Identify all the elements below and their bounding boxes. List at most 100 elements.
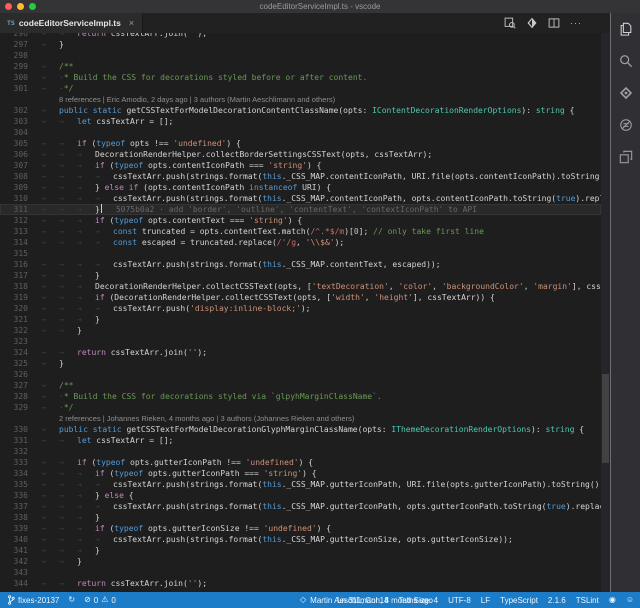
tab-close-icon[interactable]: ×: [129, 18, 134, 28]
codelens-references[interactable]: 2 references | Johannes Rieken, 4 months…: [59, 414, 354, 423]
tab-size[interactable]: Tab Size: 4: [399, 596, 439, 605]
explorer-icon[interactable]: [617, 20, 635, 38]
line-number[interactable]: 340: [0, 534, 41, 545]
code-row[interactable]: 310→→→→cssTextArr.push(strings.format(th…: [0, 193, 601, 204]
code-editor[interactable]: 296→→return cssTextArr.join('');297→}298…: [0, 33, 610, 592]
line-number[interactable]: 304: [0, 127, 41, 138]
code-row[interactable]: 314→→→→const escaped = truncated.replace…: [0, 237, 601, 248]
search-icon[interactable]: [617, 52, 635, 70]
line-number[interactable]: 336: [0, 490, 41, 501]
code-row[interactable]: 302→public static getCSSTextForModelDeco…: [0, 105, 601, 116]
line-number[interactable]: 332: [0, 446, 41, 457]
code-row[interactable]: 309→→→} else if (opts.contentIconPath in…: [0, 182, 601, 193]
code-row[interactable]: 338→→→}: [0, 512, 601, 523]
line-number[interactable]: 331: [0, 435, 41, 446]
code-row[interactable]: 329→·*/: [0, 402, 601, 413]
line-number[interactable]: 301: [0, 83, 41, 94]
code-row[interactable]: 325→}: [0, 358, 601, 369]
source-control-icon[interactable]: [617, 84, 635, 102]
tab-codeEditorServiceImpl[interactable]: TS codeEditorServiceImpl.ts ×: [0, 13, 143, 33]
code-row[interactable]: 315: [0, 248, 601, 259]
codelens-row[interactable]: →8 references | Eric Amodio, 2 days ago …: [0, 94, 601, 105]
line-number[interactable]: 302: [0, 105, 41, 116]
code-row[interactable]: 318→→→DecorationRenderHelper.collectCSST…: [0, 281, 601, 292]
line-number[interactable]: 300: [0, 72, 41, 83]
line-number[interactable]: 333: [0, 457, 41, 468]
code-row[interactable]: 317→→→}: [0, 270, 601, 281]
line-number[interactable]: 337: [0, 501, 41, 512]
line-number[interactable]: 328: [0, 391, 41, 402]
code-row[interactable]: 344→→return cssTextArr.join('');: [0, 578, 601, 589]
code-row[interactable]: 307→→→if (typeof opts.contentIconPath ==…: [0, 160, 601, 171]
git-branch-item[interactable]: fixes-20137: [7, 595, 59, 605]
code-row[interactable]: 313→→→→const truncated = opts.contentTex…: [0, 226, 601, 237]
line-number[interactable]: 315: [0, 248, 41, 259]
more-actions-icon[interactable]: ···: [570, 13, 582, 33]
line-number[interactable]: 320: [0, 303, 41, 314]
line-number[interactable]: 308: [0, 171, 41, 182]
code-row[interactable]: 297→}: [0, 39, 601, 50]
code-row[interactable]: 312→→→if (typeof opts.contentText === 's…: [0, 215, 601, 226]
code-row[interactable]: 332: [0, 446, 601, 457]
editor-scrollbar[interactable]: [601, 33, 610, 592]
code-row[interactable]: 335→→→→cssTextArr.push(strings.format(th…: [0, 479, 601, 490]
code-row[interactable]: 322→→}: [0, 325, 601, 336]
code-row[interactable]: 328→·* Build the CSS for decorations sty…: [0, 391, 601, 402]
line-number[interactable]: 310: [0, 193, 41, 204]
line-number[interactable]: 325: [0, 358, 41, 369]
line-number[interactable]: 298: [0, 50, 41, 61]
line-number[interactable]: 316: [0, 259, 41, 270]
code-row[interactable]: 303→→let cssTextArr = [];: [0, 116, 601, 127]
code-row[interactable]: 343: [0, 567, 601, 578]
line-number[interactable]: 306: [0, 149, 41, 160]
line-number[interactable]: 313: [0, 226, 41, 237]
code-row[interactable]: 323: [0, 336, 601, 347]
code-row[interactable]: 327→/**: [0, 380, 601, 391]
code-row[interactable]: 342→→}: [0, 556, 601, 567]
code-row[interactable]: 321→→→}: [0, 314, 601, 325]
extensions-icon[interactable]: [617, 148, 635, 166]
open-preview-icon[interactable]: [504, 17, 516, 29]
line-number[interactable]: 314: [0, 237, 41, 248]
code-row[interactable]: 304: [0, 127, 601, 138]
code-row[interactable]: 341→→→}: [0, 545, 601, 556]
code-row[interactable]: 298: [0, 50, 601, 61]
code-row[interactable]: 340→→→→cssTextArr.push(strings.format(th…: [0, 534, 601, 545]
line-number[interactable]: 312: [0, 215, 41, 226]
eye-icon[interactable]: ◉: [609, 596, 616, 604]
line-number[interactable]: 305: [0, 138, 41, 149]
code-row[interactable]: 311→→→}5075b0a2 · add 'border', 'outline…: [0, 204, 601, 215]
line-number[interactable]: 339: [0, 523, 41, 534]
line-number[interactable]: 330: [0, 424, 41, 435]
code-row[interactable]: 308→→→→cssTextArr.push(strings.format(th…: [0, 171, 601, 182]
line-number[interactable]: 338: [0, 512, 41, 523]
line-number[interactable]: 319: [0, 292, 41, 303]
line-number[interactable]: 307: [0, 160, 41, 171]
line-number[interactable]: 343: [0, 567, 41, 578]
eol-indicator[interactable]: LF: [481, 596, 490, 605]
code-row[interactable]: 320→→→→cssTextArr.push('display:inline-b…: [0, 303, 601, 314]
code-row[interactable]: 331→→let cssTextArr = [];: [0, 435, 601, 446]
codelens-row[interactable]: →2 references | Johannes Rieken, 4 month…: [0, 413, 601, 424]
typescript-version[interactable]: 2.1.6: [548, 596, 566, 605]
line-number[interactable]: 344: [0, 578, 41, 589]
code-row[interactable]: 339→→→if (typeof opts.gutterIconSize !==…: [0, 523, 601, 534]
codelens-references[interactable]: 8 references | Eric Amodio, 2 days ago |…: [59, 95, 335, 104]
compare-changes-icon[interactable]: [526, 17, 538, 29]
code-row[interactable]: 337→→→→cssTextArr.push(strings.format(th…: [0, 501, 601, 512]
split-editor-icon[interactable]: [548, 17, 560, 29]
line-number[interactable]: 342: [0, 556, 41, 567]
language-mode[interactable]: TypeScript: [500, 596, 538, 605]
code-row[interactable]: 316→→→→cssTextArr.push(strings.format(th…: [0, 259, 601, 270]
line-number[interactable]: 321: [0, 314, 41, 325]
line-number[interactable]: 324: [0, 347, 41, 358]
tslint-status[interactable]: TSLint: [576, 596, 599, 605]
line-number[interactable]: 317: [0, 270, 41, 281]
code-row[interactable]: 299→/**: [0, 61, 601, 72]
code-row[interactable]: 305→→if (typeof opts !== 'undefined') {: [0, 138, 601, 149]
code-row[interactable]: 306→→→DecorationRenderHelper.collectBord…: [0, 149, 601, 160]
line-number[interactable]: 341: [0, 545, 41, 556]
line-number[interactable]: 335: [0, 479, 41, 490]
line-number[interactable]: [0, 413, 41, 424]
line-number[interactable]: 326: [0, 369, 41, 380]
